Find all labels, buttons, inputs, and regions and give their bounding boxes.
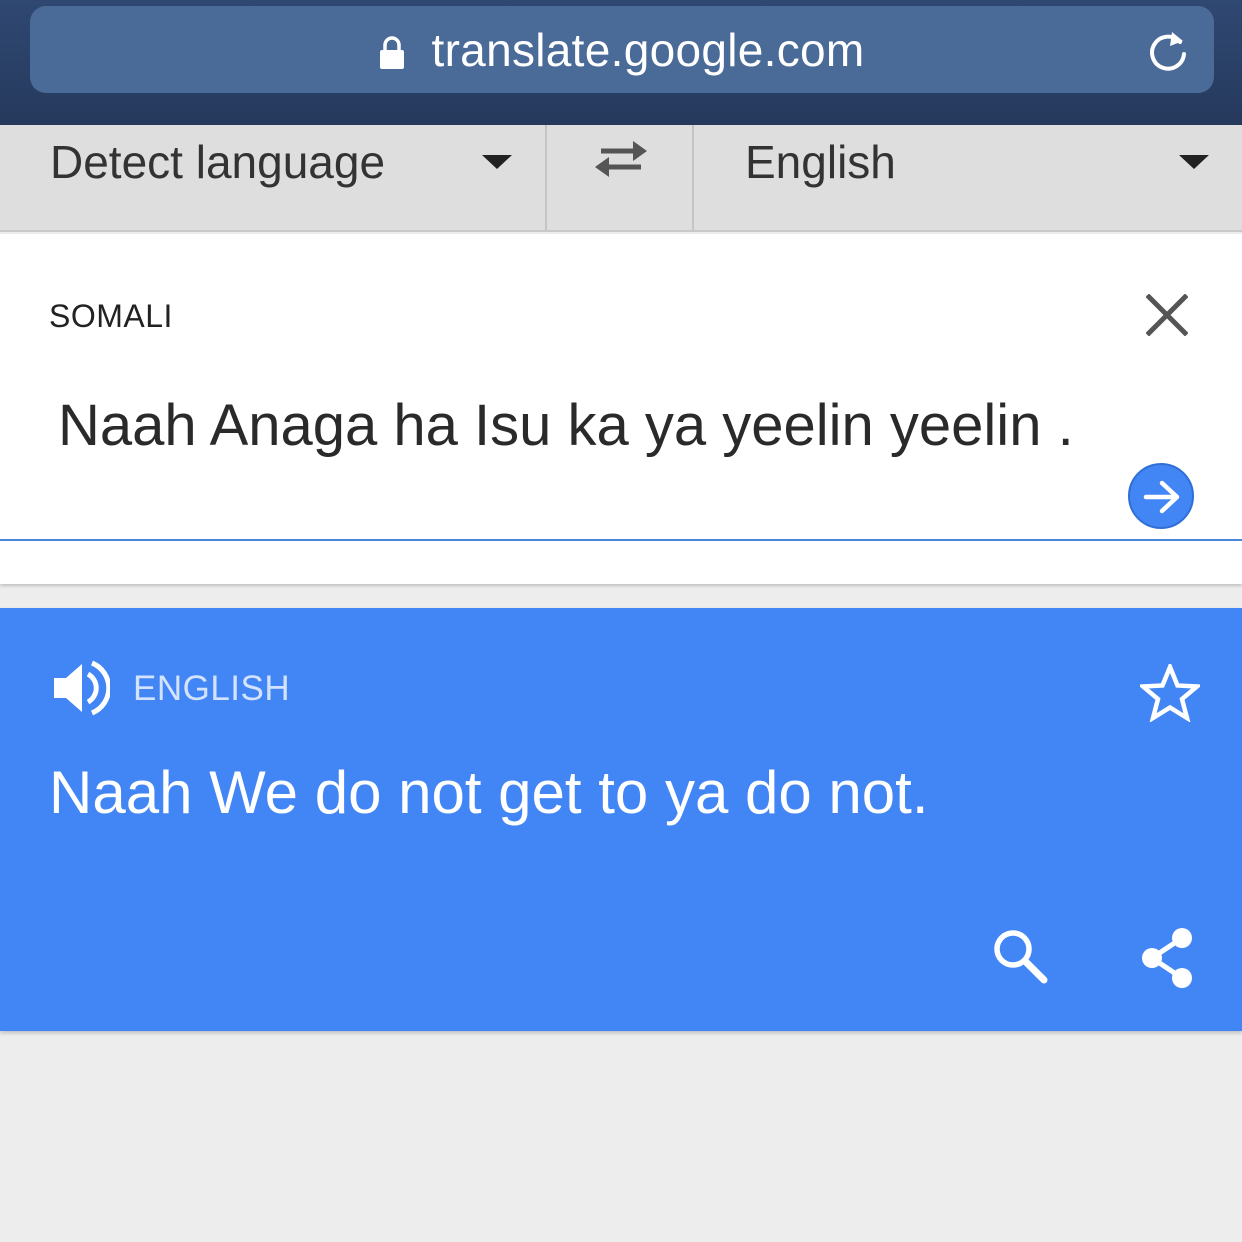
chevron-down-icon [482, 155, 512, 169]
source-language-label: Detect language [50, 136, 386, 188]
language-selector-bar: Detect language English [0, 125, 1242, 232]
target-language-dropdown[interactable]: English [696, 125, 1242, 230]
chevron-down-icon [1179, 155, 1209, 169]
target-language-label: English [745, 136, 896, 188]
translated-text: Naah We do not get to ya do not. [49, 759, 929, 826]
browser-toolbar: translate.google.com [0, 0, 1242, 125]
address-bar[interactable]: translate.google.com [30, 6, 1214, 93]
url-text: translate.google.com [431, 23, 865, 76]
detected-language-label: SOMALI [49, 298, 173, 334]
arrow-right-icon [1143, 480, 1180, 514]
swap-icon [595, 141, 647, 177]
lock-icon [380, 35, 405, 69]
star-icon[interactable] [1140, 664, 1200, 722]
translate-button[interactable] [1128, 463, 1194, 529]
source-text-input[interactable]: Naah Anaga ha Isu ka ya yeelin yeelin . [58, 392, 1074, 459]
result-language-label: ENGLISH [133, 669, 291, 708]
speaker-icon[interactable] [52, 660, 110, 716]
page: translate.google.com Detect language Eng… [0, 0, 1242, 1242]
input-underline [0, 539, 1242, 541]
swap-languages-button[interactable] [549, 125, 694, 230]
source-input-card: SOMALI Naah Anaga ha Isu ka ya yeelin ye… [0, 234, 1242, 584]
search-icon[interactable] [990, 926, 1048, 984]
close-icon[interactable] [1146, 294, 1188, 336]
share-icon[interactable] [1138, 926, 1196, 990]
source-language-dropdown[interactable]: Detect language [0, 125, 547, 230]
translation-result-card: ENGLISH Naah We do not get to ya do not. [0, 608, 1242, 1031]
reload-icon[interactable] [1146, 28, 1190, 74]
